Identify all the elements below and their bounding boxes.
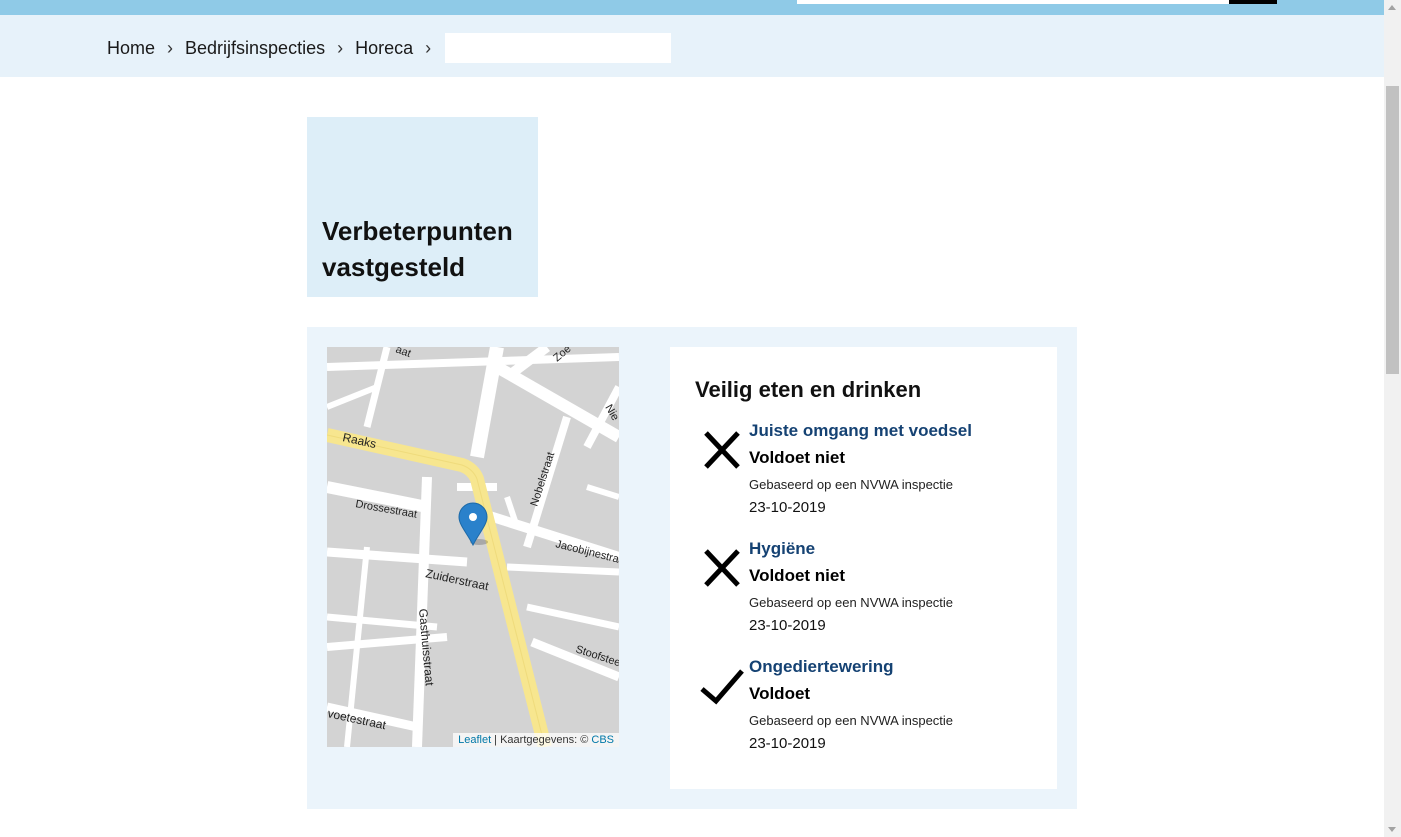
result-name-link[interactable]: Juiste omgang met voedsel (749, 421, 972, 441)
result-verdict: Voldoet niet (749, 448, 846, 467)
result-item: Hygiëne Voldoet niet Gebaseerd op een NV… (695, 539, 1035, 639)
result-verdict: Voldoet (749, 684, 811, 703)
breadcrumb: Home › Bedrijfsinspecties › Horeca › (107, 33, 672, 63)
scroll-down-arrow-icon[interactable] (1388, 827, 1396, 832)
breadcrumb-home-link[interactable]: Home (107, 38, 155, 59)
breadcrumb-bedrijfsinspecties-link[interactable]: Bedrijfsinspecties (185, 38, 325, 59)
map-tiles: Raaks Drossestraat Zuiderstraat Gasthuis… (327, 347, 619, 747)
result-date: 23-10-2019 (749, 617, 826, 634)
location-map[interactable]: Raaks Drossestraat Zuiderstraat Gasthuis… (327, 347, 619, 747)
check-icon (700, 669, 744, 705)
cross-icon (704, 549, 740, 587)
chevron-right-icon: › (337, 37, 344, 58)
result-basis: Gebaseerd op een NVWA inspectie (749, 713, 954, 728)
result-name-link[interactable]: Hygiëne (749, 539, 815, 559)
page-title: Verbeterpunten vastgesteld (322, 213, 513, 285)
page-title-box: Verbeterpunten vastgesteld (307, 117, 538, 297)
result-date: 23-10-2019 (749, 735, 826, 752)
attribution-text: | Kaartgegevens: © (491, 734, 592, 746)
cbs-link[interactable]: CBS (591, 734, 614, 746)
result-verdict: Voldoet niet (749, 566, 846, 585)
result-item: Juiste omgang met voedsel Voldoet niet G… (695, 421, 1035, 521)
search-button[interactable] (1229, 0, 1277, 4)
result-date: 23-10-2019 (749, 499, 826, 516)
chevron-right-icon: › (167, 37, 174, 58)
top-header-bar (0, 0, 1384, 15)
results-heading: Veilig eten en drinken (695, 377, 922, 402)
breadcrumb-horeca-link[interactable]: Horeca (355, 38, 413, 59)
leaflet-link[interactable]: Leaflet (458, 734, 491, 746)
chevron-right-icon: › (425, 37, 432, 58)
search-input[interactable] (797, 0, 1229, 4)
page-title-line-1: Verbeterpunten (322, 216, 513, 246)
inspection-panel: Raaks Drossestraat Zuiderstraat Gasthuis… (307, 327, 1077, 809)
result-name-link[interactable]: Ongediertewering (749, 657, 894, 677)
result-basis: Gebaseerd op een NVWA inspectie (749, 477, 954, 492)
result-basis: Gebaseerd op een NVWA inspectie (749, 595, 954, 610)
result-item: Ongediertewering Voldoet Gebaseerd op ee… (695, 657, 1035, 757)
scroll-up-arrow-icon[interactable] (1388, 5, 1396, 10)
breadcrumb-bar: Home › Bedrijfsinspecties › Horeca › (0, 15, 1384, 77)
vertical-scrollbar[interactable] (1384, 0, 1401, 837)
breadcrumb-current (445, 33, 672, 63)
results-card: Veilig eten en drinken Juiste omgang met… (670, 347, 1057, 789)
cross-icon (704, 431, 740, 469)
scrollbar-thumb[interactable] (1386, 86, 1399, 374)
page-title-line-2: vastgesteld (322, 252, 466, 282)
map-attribution: Leaflet | Kaartgegevens: © CBS (453, 733, 619, 747)
